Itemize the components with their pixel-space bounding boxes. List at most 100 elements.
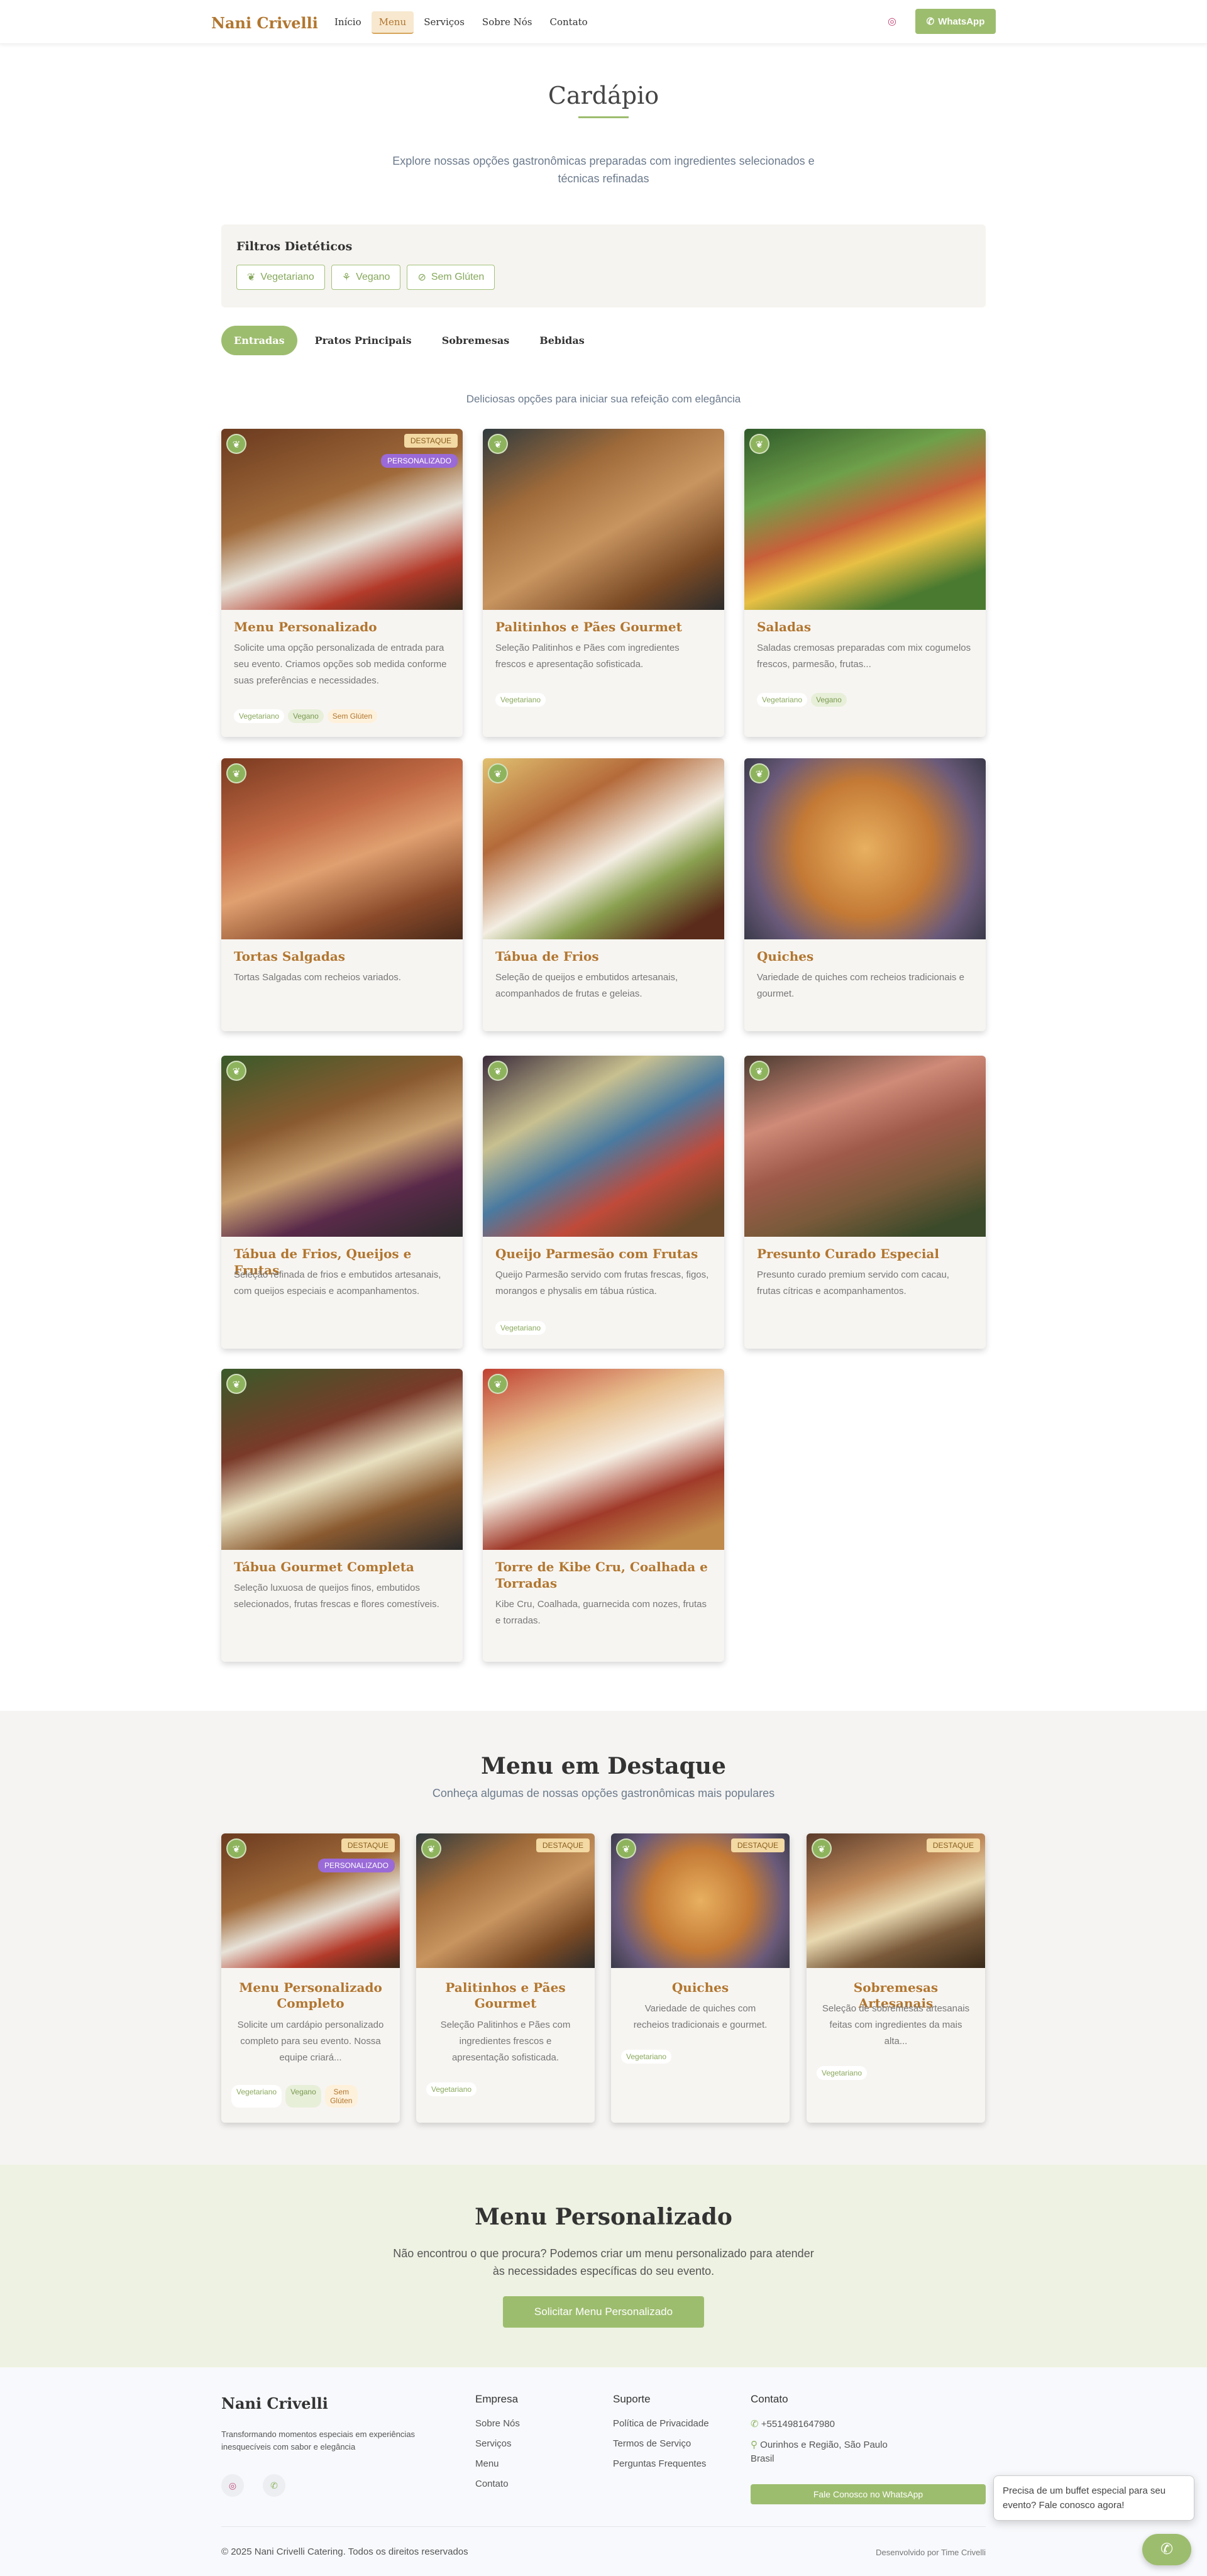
featured-card[interactable]: ❦ DESTAQUE Palitinhos e Pães Gourmet Sel… — [416, 1833, 595, 2123]
card-description: Seleção Palitinhos e Pães com ingredient… — [495, 643, 680, 670]
card-title: Queijo Parmesão com Frutas — [495, 1246, 698, 1261]
leaf-icon: ❦ — [749, 434, 769, 454]
nav-link-contato[interactable]: Contato — [543, 11, 595, 34]
copyright: © 2025 Nani Crivelli Catering. Todos os … — [221, 2546, 468, 2557]
card-description: Queijo Parmesão servido com frutas fresc… — [495, 1269, 709, 1296]
footer-link-terms[interactable]: Termos de Serviço — [613, 2438, 691, 2449]
menu-card[interactable]: ❦ Torre de Kibe Cru, Coalhada e Torradas… — [483, 1369, 724, 1662]
featured-badge: DESTAQUE — [536, 1838, 590, 1852]
food-image — [744, 1056, 986, 1237]
developer-credit: Desenvolvido por Time Crivelli — [876, 2548, 986, 2557]
card-description: Solicite uma opção personalizada de entr… — [234, 643, 447, 686]
nav-link-sobre[interactable]: Sobre Nós — [475, 11, 540, 34]
filter-vegan-button[interactable]: ⚘ Vegano — [331, 265, 401, 290]
leaf-icon: ❦ — [488, 1374, 508, 1394]
chat-popup[interactable]: Precisa de um buffet especial para seu e… — [993, 2475, 1194, 2521]
filter-label: Sem Glúten — [431, 272, 485, 282]
food-image — [416, 1833, 595, 1968]
footer-link-faq[interactable]: Perguntas Frequentes — [613, 2458, 706, 2469]
menu-card[interactable]: ❦ Queijo Parmesão com Frutas Queijo Parm… — [483, 1056, 724, 1349]
tag-vegetarian: Vegetariano — [234, 709, 285, 723]
menu-card[interactable]: ❦ Tábua de Frios, Queijos e Frutas Seleç… — [221, 1056, 463, 1349]
card-title: Saladas — [757, 619, 812, 634]
footer-phone[interactable]: ✆ +5514981647980 — [751, 2418, 835, 2430]
filter-gluten-free-button[interactable]: ⊘ Sem Glúten — [407, 265, 495, 290]
footer-divider — [221, 2526, 986, 2527]
menu-card[interactable]: ❦ DESTAQUE PERSONALIZADO Menu Personaliz… — [221, 429, 463, 737]
footer-link-servicos[interactable]: Serviços — [475, 2438, 512, 2449]
footer — [0, 2367, 1207, 2576]
footer-link-contato[interactable]: Contato — [475, 2479, 509, 2489]
top-navbar: Nani Crivelli Início Menu Serviços Sobre… — [0, 0, 1207, 44]
footer-link-menu[interactable]: Menu — [475, 2458, 499, 2469]
brand-logo[interactable]: Nani Crivelli — [211, 14, 318, 32]
nav-links: Início Menu Serviços Sobre Nós Contato — [327, 11, 595, 34]
whatsapp-icon[interactable]: ✆ — [263, 2474, 285, 2497]
leaf-icon: ❦ — [421, 1838, 441, 1859]
tag-vegetarian: Vegetariano — [495, 693, 546, 707]
tab-sobremesas[interactable]: Sobremesas — [429, 326, 522, 355]
title-divider — [578, 116, 629, 118]
diet-tags: Vegetariano — [426, 2082, 477, 2096]
menu-card[interactable]: ❦ Tábua de Frios Seleção de queijos e em… — [483, 758, 724, 1031]
featured-card[interactable]: ❦ DESTAQUE Quiches Variedade de quiches … — [611, 1833, 790, 2123]
whatsapp-button[interactable]: ✆ WhatsApp — [915, 9, 996, 34]
tag-vegan: Vegano — [811, 693, 847, 707]
tag-vegetarian: Vegetariano — [426, 2082, 477, 2096]
dietary-filters: Filtros Dietéticos ❦ Vegetariano ⚘ Vegano … — [221, 224, 986, 307]
food-image — [807, 1833, 985, 1968]
featured-card[interactable]: ❦ DESTAQUE Sobremesas Artesanais Seleção… — [807, 1833, 985, 2123]
tag-gluten-free: Sem Glúten — [327, 709, 378, 723]
whatsapp-floating-button[interactable]: ✆ — [1142, 2534, 1191, 2565]
page-subtitle: Explore nossas opções gastronômicas prep… — [392, 155, 815, 185]
nav-link-menu[interactable]: Menu — [371, 11, 414, 34]
food-image — [483, 1369, 724, 1550]
tab-entradas[interactable]: Entradas — [221, 326, 297, 355]
nav-link-servicos[interactable]: Serviços — [416, 11, 472, 34]
tab-pratos-principais[interactable]: Pratos Principais — [302, 326, 424, 355]
filter-vegetarian-button[interactable]: ❦ Vegetariano — [236, 265, 325, 290]
custom-menu-title: Menu Personalizado — [475, 2204, 732, 2230]
footer-address: ⚲ Ourinhos e Região, São Paulo Brasil — [751, 2438, 901, 2466]
card-description: Seleção refinada de frios e embutidos ar… — [234, 1269, 441, 1296]
diet-tags: Vegetariano Vegano Sem Glúten — [234, 709, 378, 723]
leaf-icon: ❦ — [488, 434, 508, 454]
food-image — [744, 758, 986, 939]
menu-card[interactable]: ❦ Palitinhos e Pães Gourmet Seleção Pali… — [483, 429, 724, 737]
featured-card[interactable]: ❦ DESTAQUE PERSONALIZADO Menu Personaliz… — [221, 1833, 400, 2123]
location-pin-icon: ⚲ — [751, 2440, 758, 2450]
menu-card[interactable]: ❦ Quiches Variedade de quiches com reche… — [744, 758, 986, 1031]
footer-company-title: Empresa — [475, 2393, 519, 2405]
menu-card[interactable]: ❦ Tortas Salgadas Tortas Salgadas com re… — [221, 758, 463, 1031]
menu-card[interactable]: ❦ Tábua Gourmet Completa Seleção luxuosa… — [221, 1369, 463, 1662]
request-custom-menu-button[interactable]: Solicitar Menu Personalizado — [503, 2296, 704, 2328]
card-title: Quiches — [671, 1980, 729, 1995]
diet-tags: Vegetariano — [621, 2050, 672, 2064]
card-description: Presunto curado premium servido com caca… — [757, 1269, 949, 1296]
tab-bebidas[interactable]: Bebidas — [527, 326, 597, 355]
instagram-icon[interactable]: ◎ — [221, 2474, 244, 2497]
food-image — [744, 429, 986, 610]
tag-vegan: Vegano — [288, 709, 324, 723]
menu-card[interactable]: ❦ Saladas Saladas cremosas preparadas co… — [744, 429, 986, 737]
footer-link-privacy[interactable]: Política de Privacidade — [613, 2418, 709, 2429]
whatsapp-icon: ✆ — [1160, 2541, 1174, 2558]
food-image — [221, 1369, 463, 1550]
filter-label: Vegetariano — [260, 272, 314, 282]
leaf-icon: ❦ — [226, 1061, 246, 1081]
tag-vegetarian: Vegetariano — [495, 1321, 546, 1335]
menu-card[interactable]: ❦ Presunto Curado Especial Presunto cura… — [744, 1056, 986, 1349]
footer-contact-title: Contato — [751, 2393, 788, 2405]
footer-link-sobre[interactable]: Sobre Nós — [475, 2418, 520, 2429]
leaf-icon: ❦ — [226, 1838, 246, 1859]
leaf-icon: ❦ — [226, 1374, 246, 1394]
card-title: Palitinhos e Pães Gourmet — [445, 1980, 566, 2011]
custom-badge: PERSONALIZADO — [317, 1859, 395, 1872]
instagram-icon[interactable]: ◎ — [884, 14, 900, 30]
footer-whatsapp-button[interactable]: Fale Conosco no WhatsApp — [751, 2484, 986, 2504]
card-title: Quiches — [757, 949, 814, 964]
whatsapp-label: WhatsApp — [938, 16, 985, 27]
card-description: Seleção luxuosa de queijos finos, embuti… — [234, 1583, 439, 1610]
nav-link-inicio[interactable]: Início — [327, 11, 369, 34]
card-title: Torre de Kibe Cru, Coalhada e Torradas — [495, 1559, 708, 1591]
